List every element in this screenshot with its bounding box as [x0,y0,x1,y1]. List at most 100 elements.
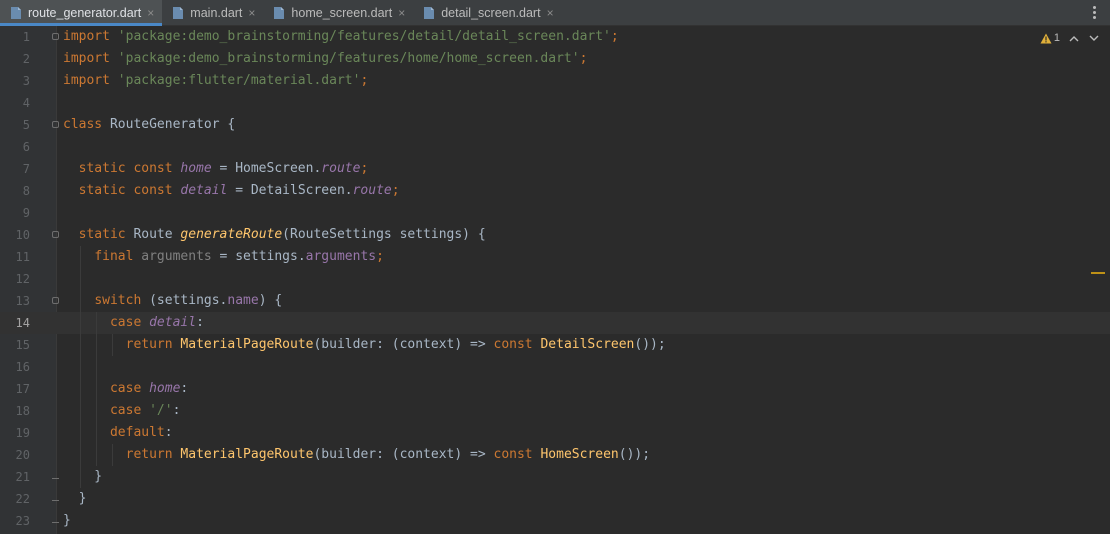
inspection-widget[interactable]: 1 [1040,32,1100,44]
tab-label: detail_screen.dart [441,5,541,20]
previous-highlight-icon[interactable] [1068,32,1080,44]
code-line[interactable]: 1 import 'package:demo_brainstorming/feat… [0,26,1110,48]
code-text: import 'package:flutter/material.dart'; [63,70,368,92]
line-number: 23 [15,514,30,528]
fold-toggle-icon[interactable] [52,297,59,304]
code-line[interactable]: 12 [0,268,1110,290]
code-line[interactable]: 6 [0,136,1110,158]
tab-home-screen[interactable]: home_screen.dart × [263,0,413,25]
dart-file-icon [423,6,435,20]
line-number: 9 [22,206,30,220]
fold-end-marker[interactable] [52,517,59,523]
code-token: RouteGenerator { [102,117,236,132]
fold-toggle-icon[interactable] [52,121,59,128]
code-line[interactable]: 21 } [0,466,1110,488]
editor-tab-bar: route_generator.dart × main.dart × home_… [0,0,1110,26]
code-token: (builder: (context) => [313,337,494,352]
code-line[interactable]: 5 class RouteGenerator { [0,114,1110,136]
code-line[interactable]: 7 static const home = HomeScreen.route; [0,158,1110,180]
code-token: = HomeScreen. [211,161,322,176]
code-token: 'package:flutter/material.dart' [117,73,361,88]
next-highlight-icon[interactable] [1088,32,1100,44]
code-token: case [109,381,142,396]
close-icon[interactable]: × [547,6,554,20]
code-token: switch [94,293,142,308]
code-line[interactable]: 3 import 'package:flutter/material.dart'; [0,70,1110,92]
line-number: 8 [22,184,30,198]
tab-main[interactable]: main.dart × [162,0,263,25]
code-token: import [63,29,110,44]
code-line[interactable]: 22 } [0,488,1110,510]
code-line[interactable]: 9 [0,202,1110,224]
code-token: } [63,491,87,506]
code-token: 'package:demo_brainstorming/features/hom… [117,51,580,66]
warning-count: 1 [1053,32,1060,44]
fold-end-marker[interactable] [52,473,59,479]
code-text: default: [63,422,173,444]
code-line[interactable]: 18 case '/': [0,400,1110,422]
code-line[interactable]: 14 case detail: [0,312,1110,334]
line-number: 15 [15,338,30,352]
close-icon[interactable]: × [248,6,255,20]
tab-route-generator[interactable]: route_generator.dart × [0,0,163,26]
code-text: static Route generateRoute(RouteSettings… [63,224,486,246]
code-token: (settings. [141,293,228,308]
indent-guide [96,356,97,378]
code-token: '/' [149,403,173,418]
line-number: 3 [22,74,30,88]
fold-toggle-icon[interactable] [52,33,59,40]
code-text: static const detail = DetailScreen.route… [63,180,400,202]
code-line[interactable]: 2 import 'package:demo_brainstorming/feat… [0,48,1110,70]
code-line[interactable]: 23} [0,510,1110,532]
code-line[interactable]: 16 [0,356,1110,378]
code-line[interactable]: 11 final arguments = settings.arguments; [0,246,1110,268]
code-token: return [125,447,173,462]
code-line[interactable]: 17 case home: [0,378,1110,400]
code-token: } [63,513,71,528]
fold-toggle-icon[interactable] [52,231,59,238]
code-line[interactable]: 4 [0,92,1110,114]
line-number: 21 [15,470,30,484]
code-token: = DetailScreen. [227,183,353,198]
code-token: ; [391,183,400,198]
dart-file-icon [273,6,285,20]
code-token: ; [579,51,588,66]
tab-label: route_generator.dart [28,5,142,20]
more-options-icon[interactable] [1088,3,1100,21]
tab-detail-screen[interactable]: detail_screen.dart × [413,0,561,25]
close-icon[interactable]: × [147,6,154,20]
close-icon[interactable]: × [398,6,405,20]
code-token: ; [360,161,369,176]
fold-end-marker[interactable] [52,495,59,501]
warning-icon [1040,33,1052,43]
code-token: static const [78,183,173,198]
code-token: case [109,403,142,418]
warning-indicator[interactable]: 1 [1040,32,1060,44]
code-token: (RouteSettings settings) { [282,227,486,242]
code-line[interactable]: 15 return MaterialPageRoute(builder: (co… [0,334,1110,356]
code-text: return MaterialPageRoute(builder: (conte… [63,334,666,356]
code-line[interactable]: 19 default: [0,422,1110,444]
line-number: 6 [22,140,30,154]
warning-stripe-marker[interactable] [1091,272,1105,274]
code-line[interactable]: 10 static Route generateRoute(RouteSetti… [0,224,1110,246]
code-token: route [321,161,361,176]
dart-file-icon [10,6,22,20]
code-token: const [493,337,533,352]
code-line[interactable]: 8 static const detail = DetailScreen.rou… [0,180,1110,202]
code-line[interactable]: 13 switch (settings.name) { [0,290,1110,312]
code-line[interactable]: 20 return MaterialPageRoute(builder: (co… [0,444,1110,466]
tab-label: home_screen.dart [291,5,393,20]
code-editor[interactable]: 1 import 'package:demo_brainstorming/feat… [0,26,1110,534]
tab-label: main.dart [190,5,243,20]
